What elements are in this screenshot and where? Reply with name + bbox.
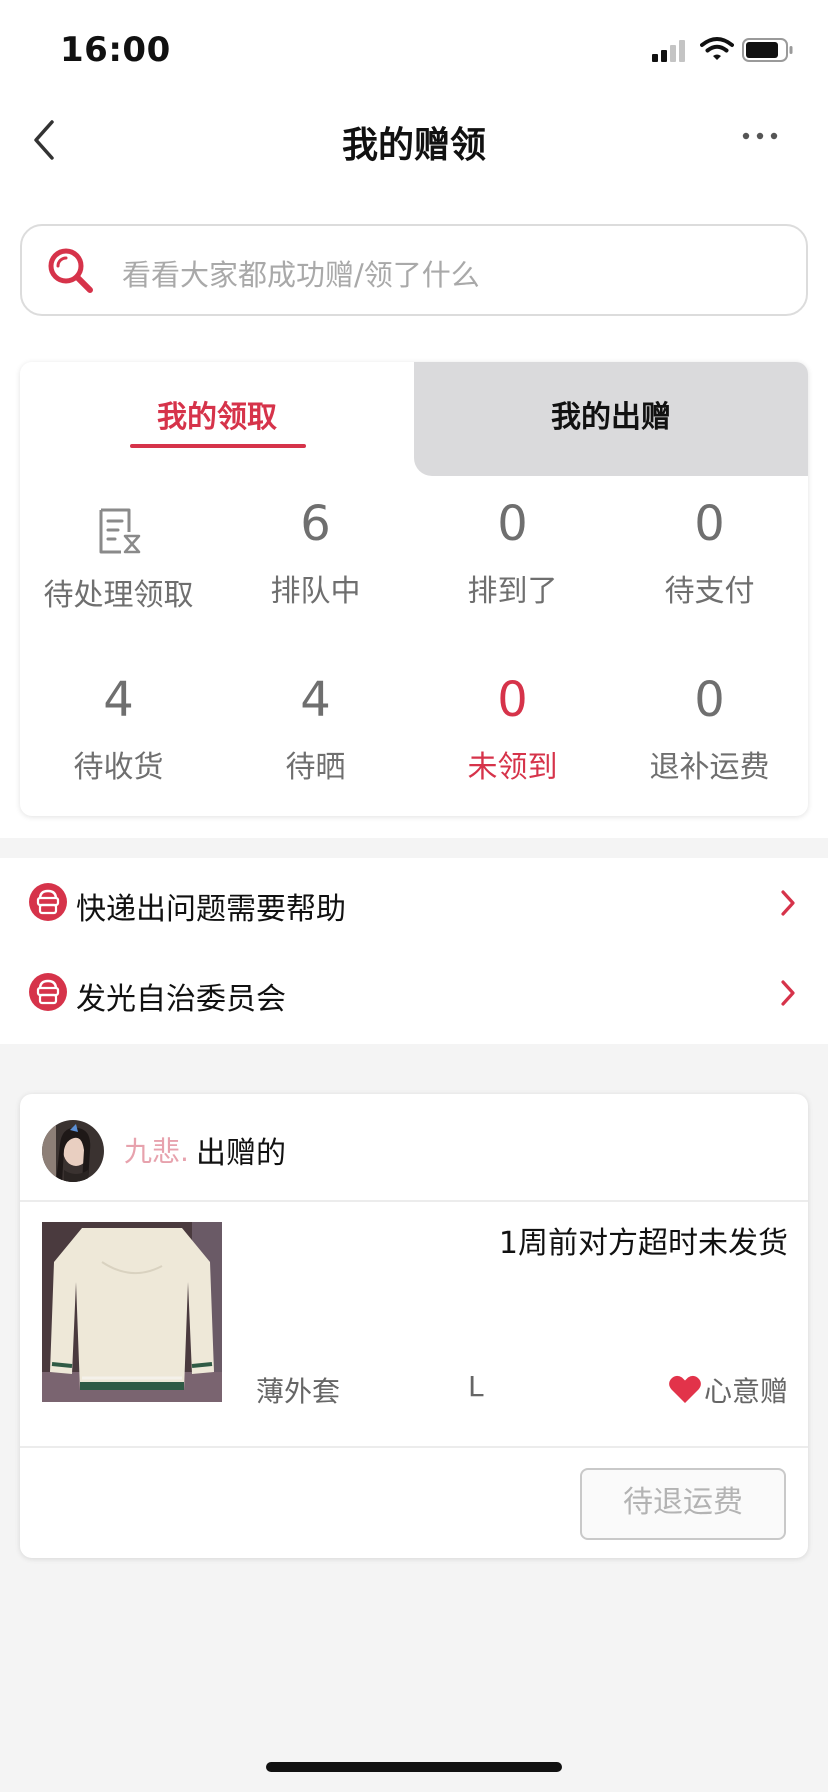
stat-label: 退补运费: [649, 750, 770, 785]
stat-label: 未领到: [467, 750, 558, 785]
stat-pending-showoff[interactable]: 4 待晒: [217, 672, 414, 786]
help-list: 快递出问题需要帮助 发光自治委员会: [0, 858, 828, 1044]
stat-label: 待晒: [285, 750, 346, 785]
divider: [20, 1446, 808, 1448]
service-icon: [29, 883, 67, 921]
stat-label: 排队中: [270, 574, 361, 609]
order-status: 1周前对方超时未发货: [498, 1226, 788, 1261]
receipt-hourglass-icon: [99, 508, 140, 554]
tab-my-gifts[interactable]: 我的出赠: [414, 362, 808, 476]
help-item-label: 发光自治委员会: [76, 982, 286, 1017]
stat-value: 0: [694, 672, 725, 728]
product-image[interactable]: [42, 1222, 222, 1402]
help-item-delivery-issue[interactable]: 快递出问题需要帮助: [0, 858, 828, 948]
stat-value: 0: [497, 672, 528, 728]
status-time: 16:00: [60, 30, 171, 70]
stat-label: 待收货: [73, 750, 164, 785]
search-bar[interactable]: 看看大家都成功赠/领了什么: [20, 224, 808, 316]
stat-value: 4: [103, 672, 134, 728]
tab-my-claims[interactable]: 我的领取: [20, 362, 414, 476]
stat-label: 待处理领取: [43, 578, 194, 613]
pending-shipping-refund-button[interactable]: 待退运费: [580, 1468, 786, 1540]
stat-value: 6: [300, 496, 331, 552]
tab-label: 我的出赠: [551, 400, 671, 435]
stat-pending-payment[interactable]: 0 待支付: [611, 496, 808, 610]
app-screen: 16:00 我的赠领 看看大家都成功赠/领了什么 我的领取 我的出赠 待处理领取…: [0, 0, 828, 1792]
stat-value: 0: [694, 496, 725, 552]
stat-label: 排到了: [467, 574, 558, 609]
divider: [20, 1200, 808, 1202]
help-item-label: 快递出问题需要帮助: [76, 892, 346, 927]
chevron-right-icon: [781, 980, 795, 1006]
status-bar: 16:00: [0, 0, 828, 96]
active-tab-indicator: [130, 444, 306, 448]
giver-name[interactable]: 九悲.: [124, 1130, 189, 1170]
more-options-icon[interactable]: [740, 126, 780, 146]
chevron-right-icon: [781, 890, 795, 916]
stat-pending-receipt[interactable]: 4 待收货: [20, 672, 217, 786]
stat-in-queue[interactable]: 6 排队中: [217, 496, 414, 610]
stat-queued-up[interactable]: 0 排到了: [414, 496, 611, 610]
battery-icon: [742, 38, 793, 62]
search-placeholder: 看看大家都成功赠/领了什么: [122, 258, 480, 292]
heart-icon: [669, 1375, 701, 1403]
stat-value: 0: [497, 496, 528, 552]
cellular-signal-icon: [652, 40, 685, 62]
stat-not-received[interactable]: 0 未领到: [414, 672, 611, 786]
wifi-icon: [700, 37, 734, 60]
order-card[interactable]: 九悲. 出赠的 1周前对方超时未发货 薄外套 L 心意赠 待退运费: [20, 1094, 808, 1558]
stats-card: 我的领取 我的出赠 待处理领取 6 排队中 0 排到了 0 待支付 4 待收货 …: [20, 362, 808, 816]
page-title: 我的赠领: [341, 125, 486, 166]
stat-pending-claims[interactable]: 待处理领取: [20, 502, 217, 614]
tab-label: 我的领取: [157, 400, 277, 435]
stat-shipping-refund[interactable]: 0 退补运费: [611, 672, 808, 786]
stat-label: 待支付: [664, 574, 755, 609]
search-icon: [48, 248, 93, 293]
product-size: L: [468, 1370, 484, 1403]
product-name: 薄外套: [256, 1375, 341, 1408]
avatar[interactable]: [42, 1120, 104, 1182]
gift-type: 心意赠: [703, 1375, 788, 1408]
giver-suffix: 出赠的: [196, 1136, 286, 1171]
service-icon: [29, 973, 67, 1011]
home-indicator[interactable]: [266, 1762, 562, 1772]
stat-value: 4: [300, 672, 331, 728]
nav-bar: 我的赠领: [0, 96, 828, 186]
help-item-committee[interactable]: 发光自治委员会: [0, 948, 828, 1038]
